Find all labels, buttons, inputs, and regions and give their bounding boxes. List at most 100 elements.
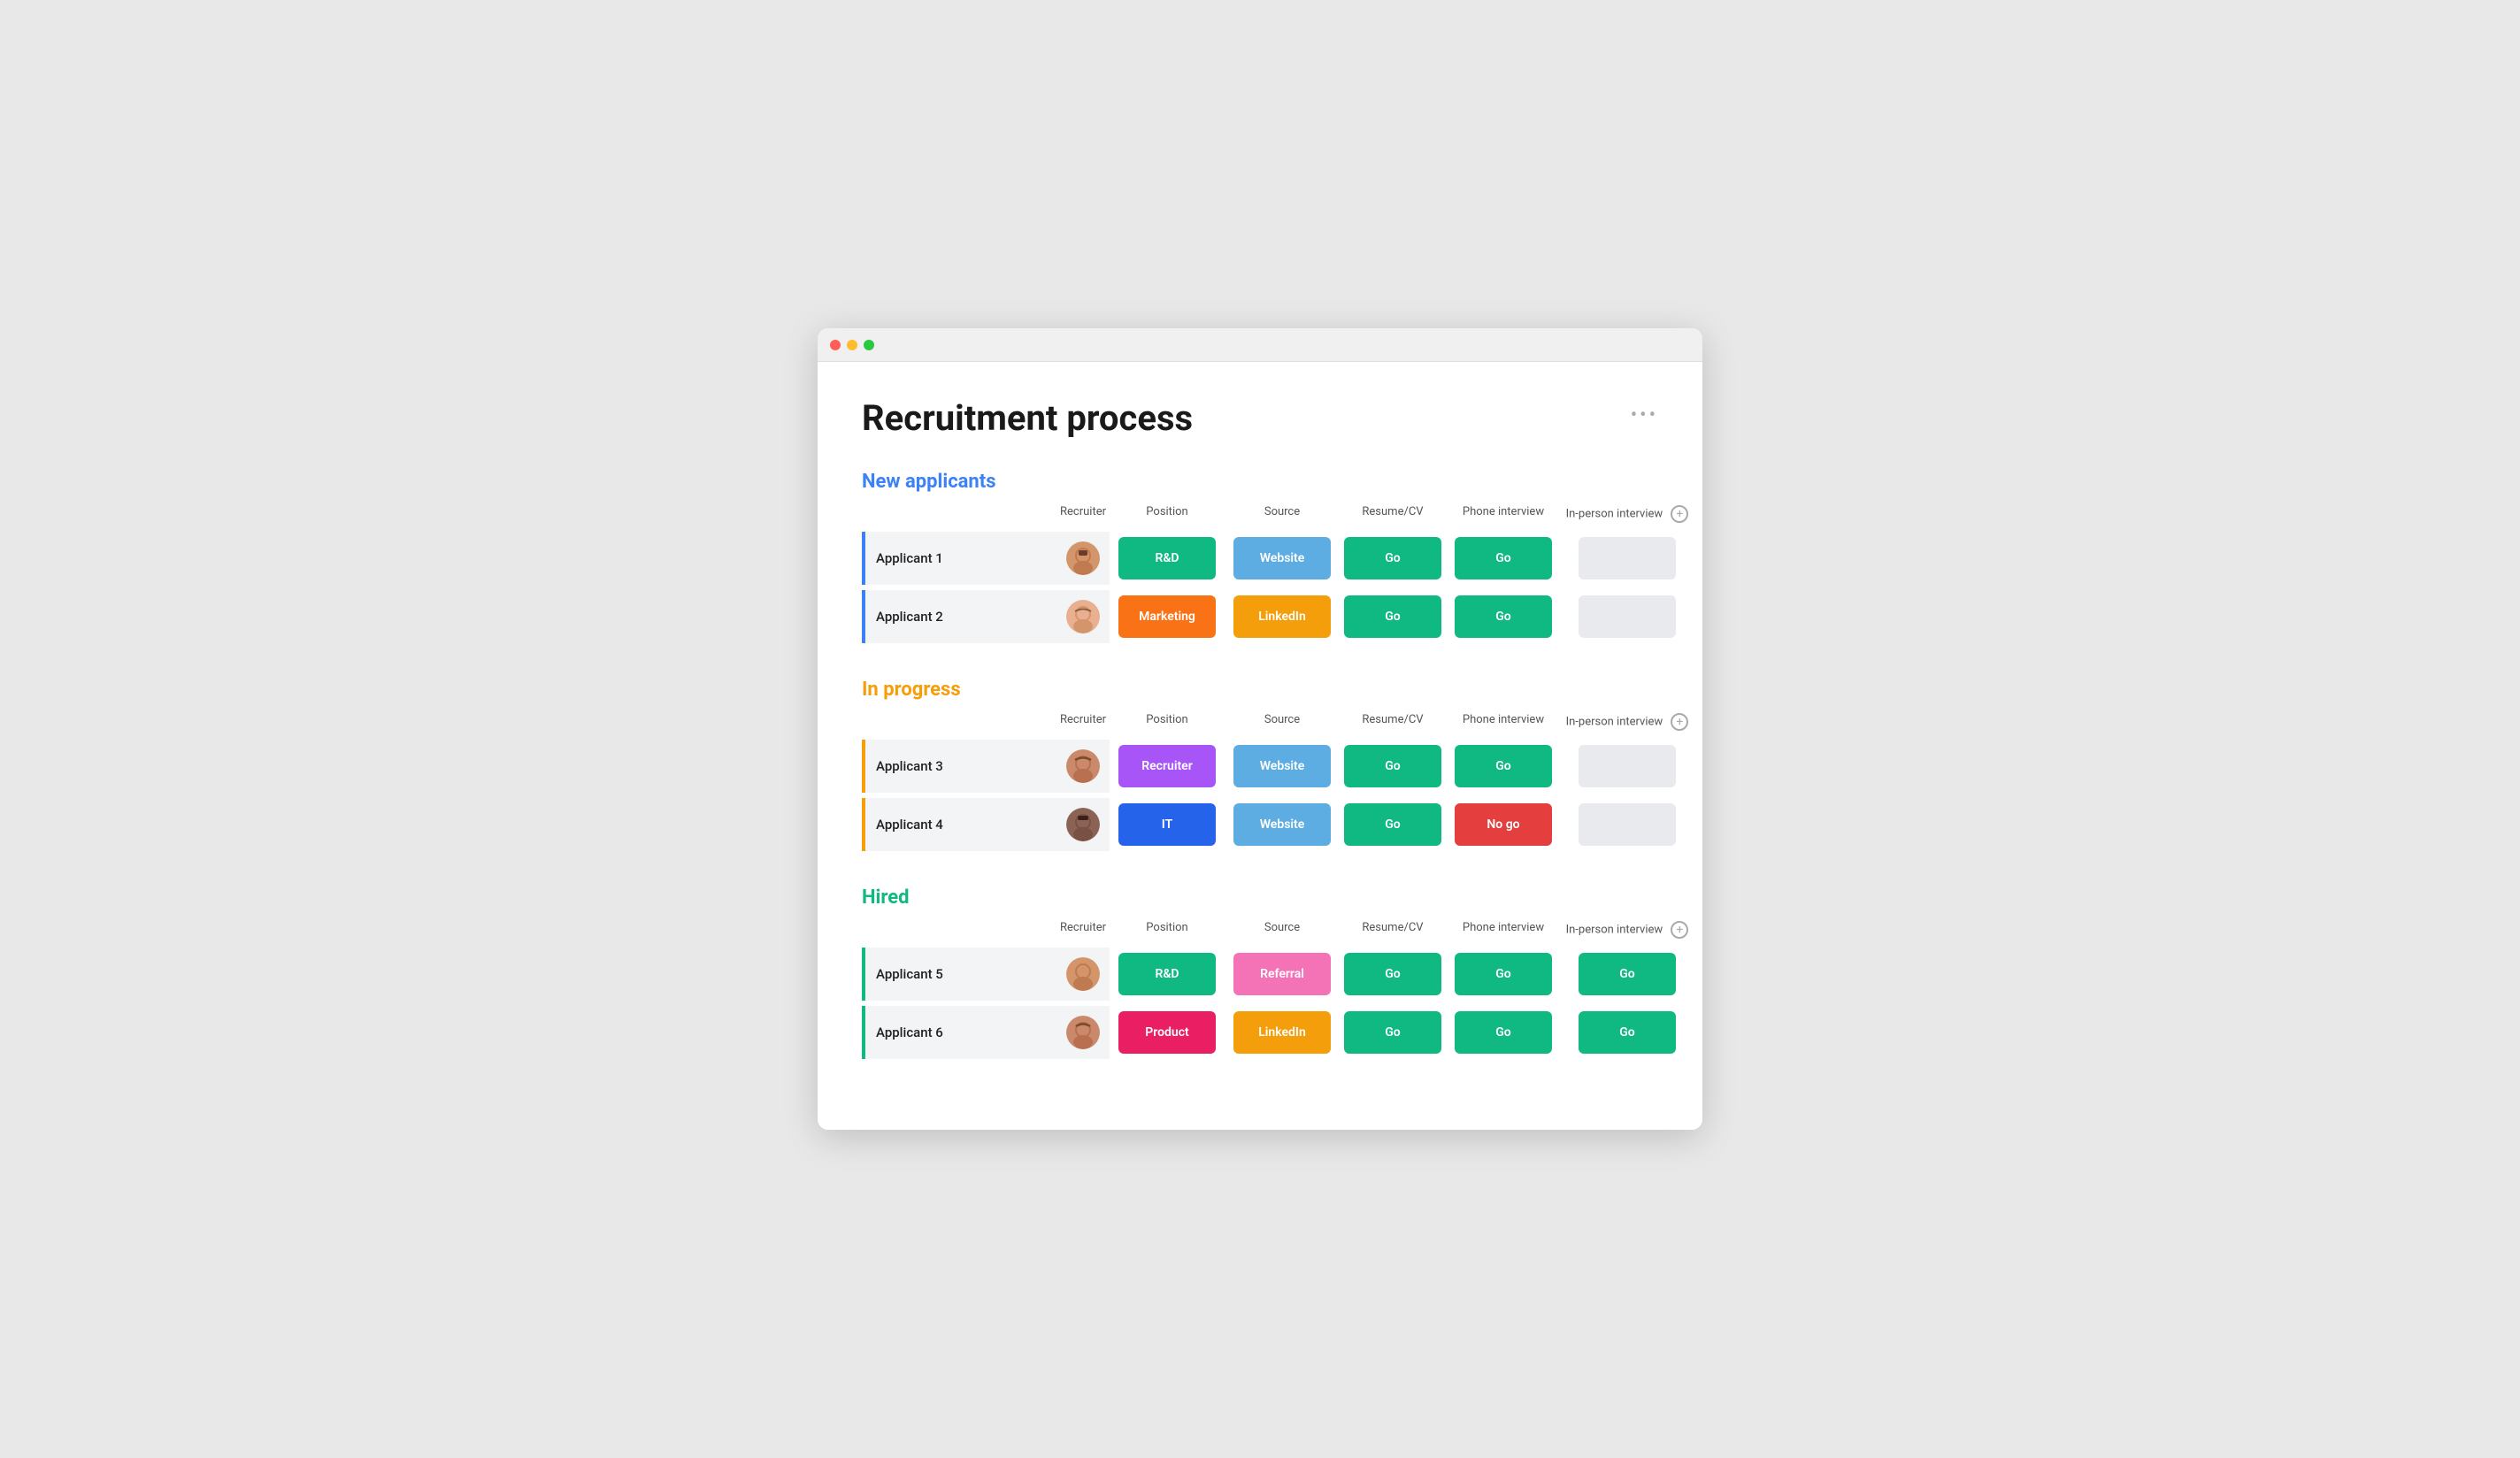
col-header-in-person: In-person interview (1566, 507, 1663, 520)
avatar (1066, 808, 1100, 841)
table-header: RecruiterPositionSourceResume/CVPhone in… (862, 713, 1658, 736)
tag-phone-interview[interactable]: Go (1455, 745, 1552, 787)
tag-cell-source-0-0: Website (1226, 532, 1338, 585)
applicant-name-2-1[interactable]: Applicant 6 (862, 1006, 1056, 1059)
tag-source[interactable]: Website (1233, 745, 1331, 787)
tag-cell-in-person-interview-1-0 (1563, 740, 1692, 793)
section-hired: HiredRecruiterPositionSourceResume/CVPho… (862, 886, 1658, 1059)
tag-cell-source-0-1: LinkedIn (1226, 590, 1338, 643)
minimize-dot[interactable] (847, 340, 857, 350)
tag-empty-in-person-interview (1579, 803, 1676, 846)
tag-resume-cv[interactable]: Go (1344, 953, 1441, 995)
tag-resume-cv[interactable]: Go (1344, 803, 1441, 846)
col-header-phone_interview: Phone interview (1446, 713, 1561, 731)
tag-empty-in-person-interview (1579, 745, 1676, 787)
tag-cell-source-1-0: Website (1226, 740, 1338, 793)
col-header-resume_cv: Resume/CV (1340, 713, 1446, 731)
tag-cell-in-person-interview-0-0 (1563, 532, 1692, 585)
tag-resume-cv[interactable]: Go (1344, 537, 1441, 579)
avatar (1066, 957, 1100, 991)
col-header-name (862, 505, 1056, 523)
avatar (1066, 749, 1100, 783)
avatar (1066, 541, 1100, 575)
tag-cell-in-person-interview-2-0: Go (1563, 948, 1692, 1001)
tag-cell-source-2-1: LinkedIn (1226, 1006, 1338, 1059)
section-new-applicants: New applicantsRecruiterPositionSourceRes… (862, 471, 1658, 643)
applicant-name-0-1[interactable]: Applicant 2 (862, 590, 1056, 643)
recruiter-cell-1-1 (1056, 798, 1110, 851)
applicant-name-0-0[interactable]: Applicant 1 (862, 532, 1056, 585)
tag-cell-phone-interview-2-0: Go (1448, 948, 1559, 1001)
tag-cell-resume-cv-2-1: Go (1341, 1006, 1444, 1059)
col-header-position: Position (1110, 921, 1225, 939)
maximize-dot[interactable] (864, 340, 874, 350)
tag-position[interactable]: Product (1118, 1011, 1216, 1054)
recruiter-cell-2-0 (1056, 948, 1110, 1001)
close-dot[interactable] (830, 340, 841, 350)
tag-resume-cv[interactable]: Go (1344, 1011, 1441, 1054)
recruiter-cell-0-1 (1056, 590, 1110, 643)
sections-container: New applicantsRecruiterPositionSourceRes… (862, 471, 1658, 1059)
col-header-resume_cv: Resume/CV (1340, 505, 1446, 523)
applicant-name-1-1[interactable]: Applicant 4 (862, 798, 1056, 851)
tag-phone-interview[interactable]: No go (1455, 803, 1552, 846)
tag-position[interactable]: R&D (1118, 537, 1216, 579)
applicant-name-1-0[interactable]: Applicant 3 (862, 740, 1056, 793)
tag-resume-cv[interactable]: Go (1344, 745, 1441, 787)
tag-phone-interview[interactable]: Go (1455, 537, 1552, 579)
page-header: Recruitment process ••• (862, 397, 1658, 439)
table-header: RecruiterPositionSourceResume/CVPhone in… (862, 921, 1658, 944)
col-header-phone_interview: Phone interview (1446, 921, 1561, 939)
recruiter-cell-2-1 (1056, 1006, 1110, 1059)
col-header-in_person_interview: In-person interview + (1561, 713, 1694, 731)
tag-position[interactable]: Recruiter (1118, 745, 1216, 787)
tag-empty-in-person-interview (1579, 595, 1676, 638)
applicant-name-2-0[interactable]: Applicant 5 (862, 948, 1056, 1001)
table-in-progress: RecruiterPositionSourceResume/CVPhone in… (862, 713, 1658, 851)
col-header-in-person: In-person interview (1566, 923, 1663, 936)
table-row: Applicant 6 ProductLinkedInGoGoGo (862, 1006, 1658, 1059)
col-header-in_person_interview: In-person interview + (1561, 921, 1694, 939)
tag-cell-position-1-0: Recruiter (1111, 740, 1223, 793)
title-bar (818, 328, 1702, 362)
col-header-recruiter: Recruiter (1056, 713, 1110, 731)
tag-position[interactable]: IT (1118, 803, 1216, 846)
tag-position[interactable]: Marketing (1118, 595, 1216, 638)
tag-resume-cv[interactable]: Go (1344, 595, 1441, 638)
col-header-phone_interview: Phone interview (1446, 505, 1561, 523)
tag-source[interactable]: Referral (1233, 953, 1331, 995)
col-header-source: Source (1225, 505, 1340, 523)
tag-phone-interview[interactable]: Go (1455, 953, 1552, 995)
tag-source[interactable]: LinkedIn (1233, 1011, 1331, 1054)
add-column-icon[interactable]: + (1671, 505, 1688, 523)
tag-source[interactable]: LinkedIn (1233, 595, 1331, 638)
section-in-progress: In progress RecruiterPositionSourceResume… (862, 679, 1658, 851)
tag-position[interactable]: R&D (1118, 953, 1216, 995)
avatar (1066, 1016, 1100, 1049)
tag-empty-in-person-interview (1579, 537, 1676, 579)
section-title-in-progress: In progress (862, 679, 1658, 701)
more-button[interactable]: ••• (1631, 404, 1658, 426)
tag-cell-source-2-0: Referral (1226, 948, 1338, 1001)
col-header-in-person: In-person interview (1566, 715, 1663, 728)
col-header-source: Source (1225, 713, 1340, 731)
table-row: Applicant 4 IT Website Go No go (862, 798, 1658, 851)
tag-source[interactable]: Website (1233, 803, 1331, 846)
tag-source[interactable]: Website (1233, 537, 1331, 579)
col-header-source: Source (1225, 921, 1340, 939)
tag-in-person-interview[interactable]: Go (1579, 953, 1676, 995)
tag-cell-in-person-interview-2-1: Go (1563, 1006, 1692, 1059)
tag-cell-position-0-0: R&D (1111, 532, 1223, 585)
add-column-icon[interactable]: + (1671, 921, 1688, 939)
section-title-new-applicants: New applicants (862, 471, 1658, 493)
tag-cell-source-1-1: Website (1226, 798, 1338, 851)
tag-in-person-interview[interactable]: Go (1579, 1011, 1676, 1054)
recruiter-cell-0-0 (1056, 532, 1110, 585)
col-header-in_person_interview: In-person interview + (1561, 505, 1694, 523)
tag-phone-interview[interactable]: Go (1455, 595, 1552, 638)
add-column-icon[interactable]: + (1671, 713, 1688, 731)
tag-phone-interview[interactable]: Go (1455, 1011, 1552, 1054)
table-row: Applicant 3 Recruiter Website Go Go (862, 740, 1658, 793)
col-header-recruiter: Recruiter (1056, 505, 1110, 523)
tag-cell-resume-cv-1-0: Go (1341, 740, 1444, 793)
